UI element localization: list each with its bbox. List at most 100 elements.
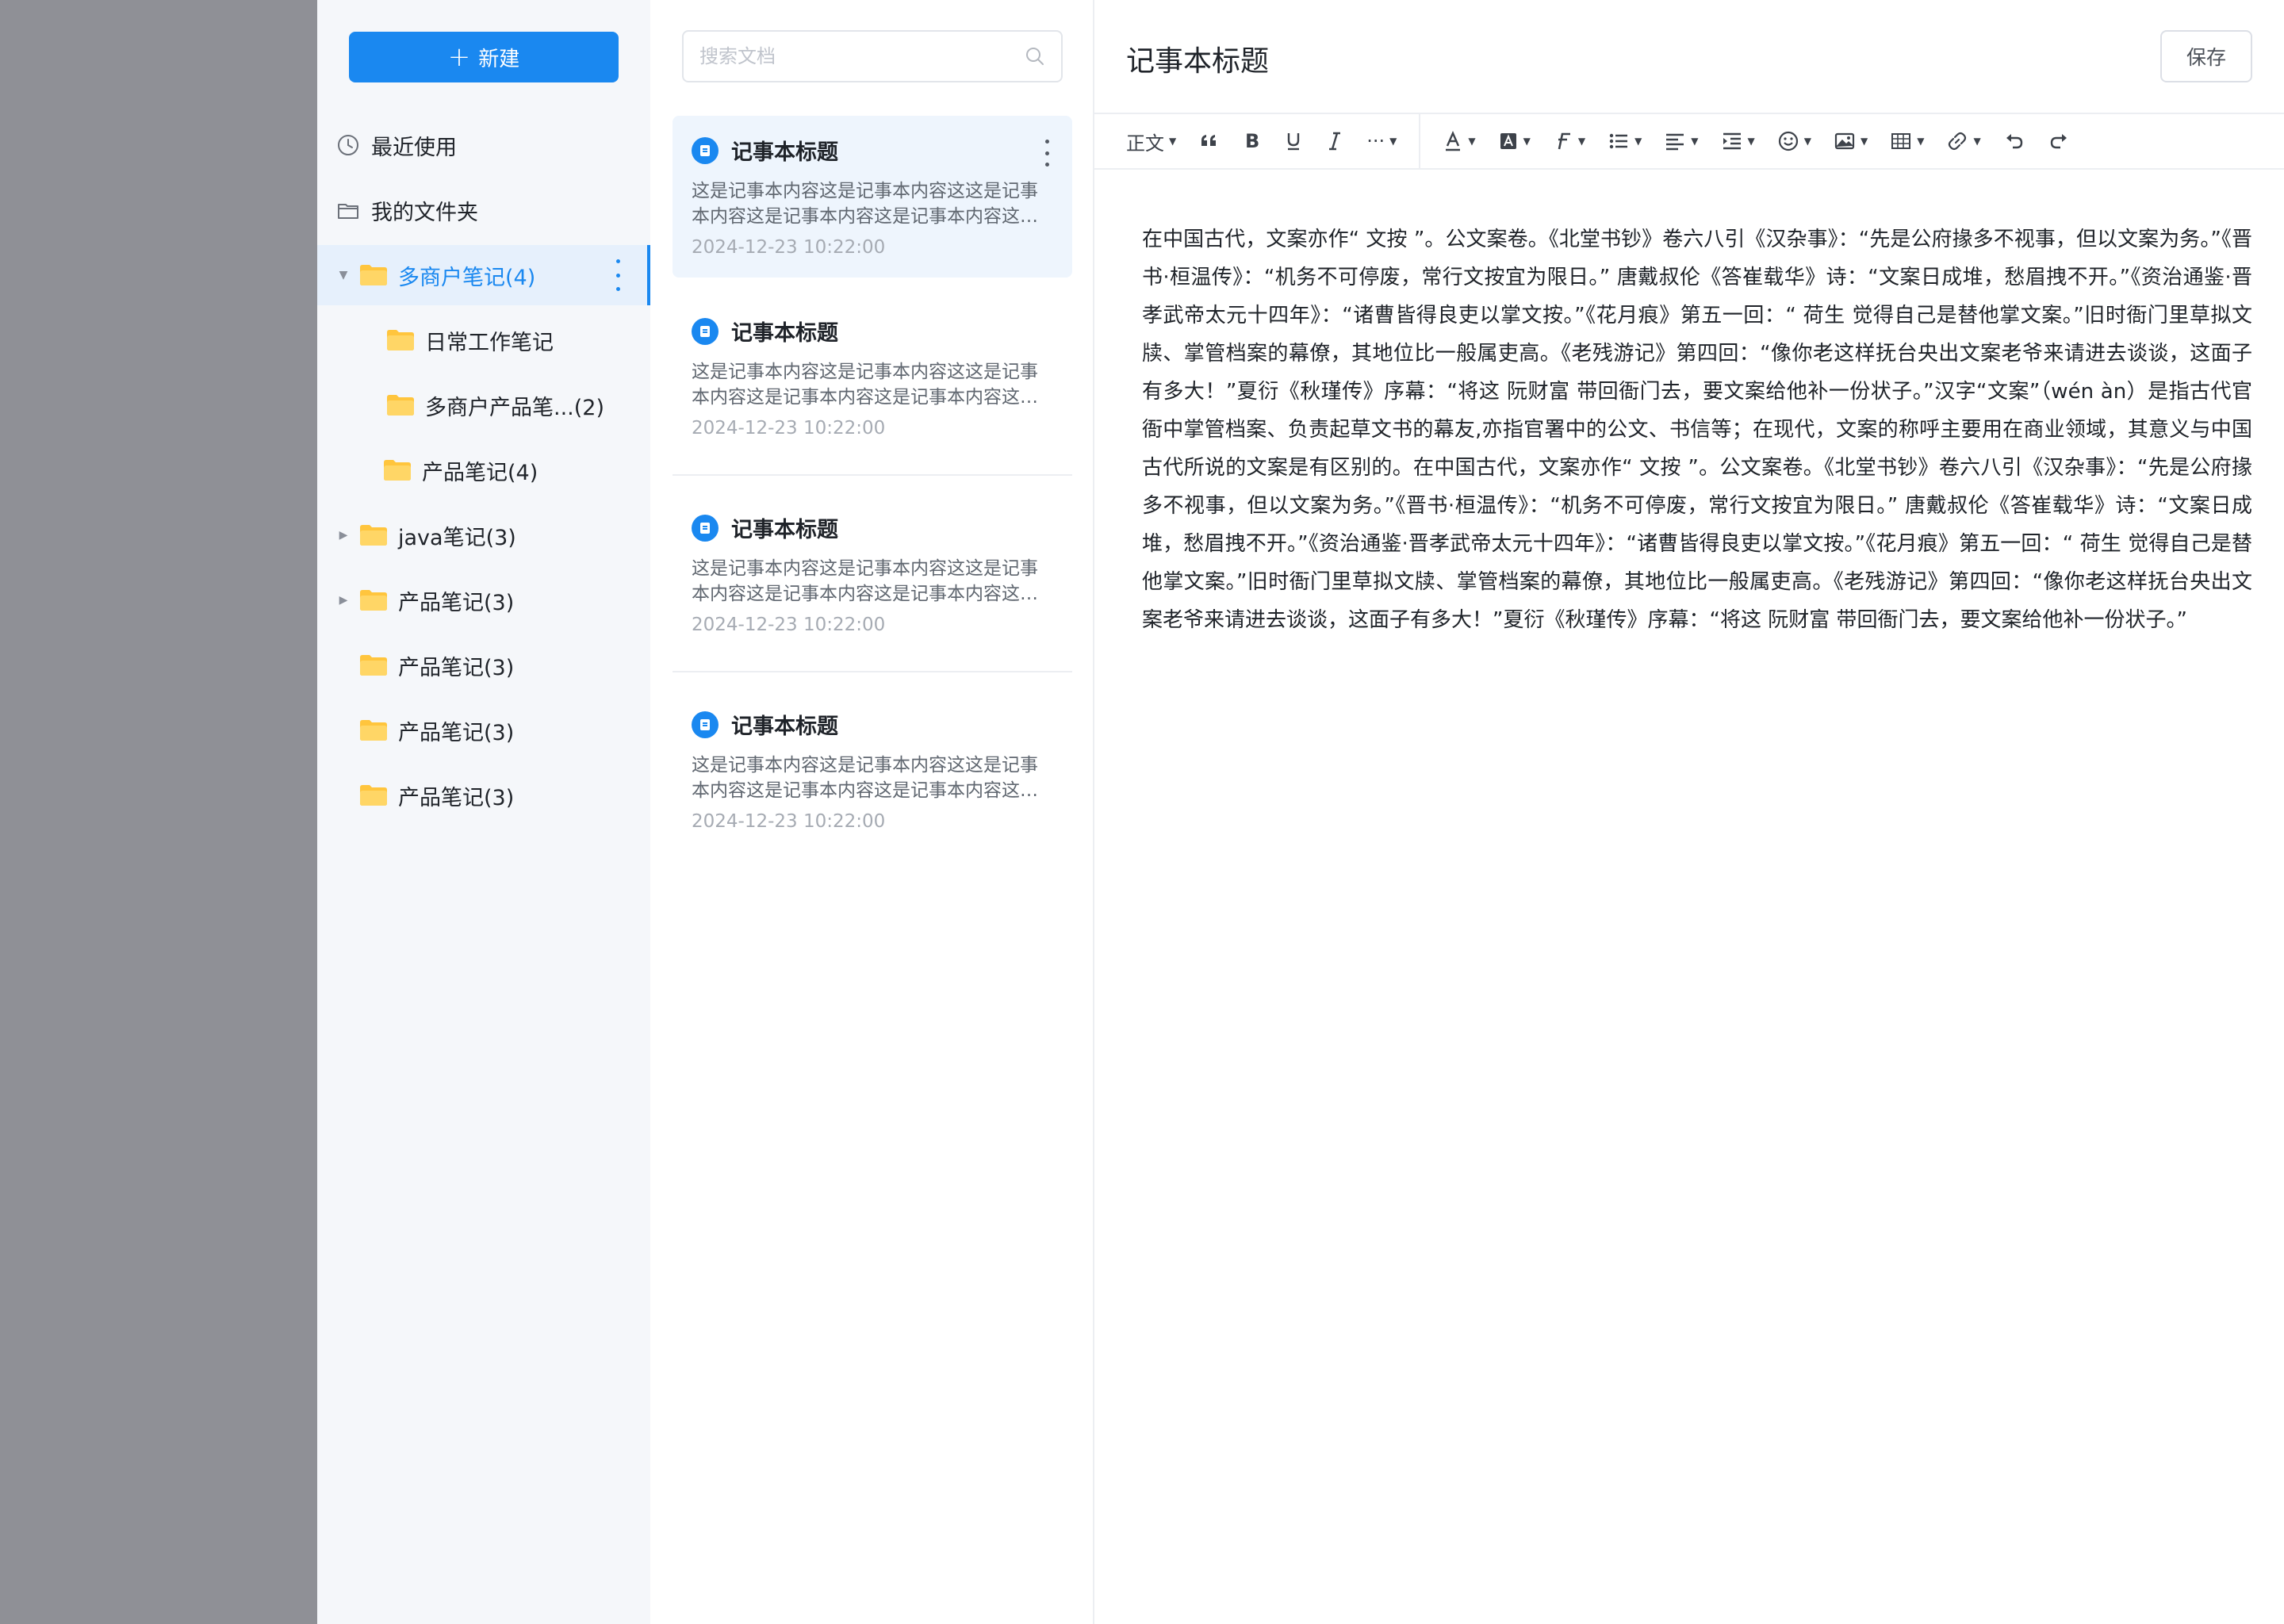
caret-down-icon: ▼ <box>1973 136 1981 147</box>
note-title: 记事本标题 <box>731 321 838 346</box>
folder-icon <box>360 785 387 806</box>
caret-down-icon: ▼ <box>1523 136 1531 147</box>
document-body[interactable]: 在中国古代，文案亦作“ 文按 ”。公文案卷。《北堂书钞》卷六八引《汉杂事》：“先… <box>1142 220 2252 639</box>
tree-item-multi-merchant[interactable]: ▼ 多商户笔记(4) <box>317 245 650 305</box>
nav-my-folders[interactable]: 我的文件夹 <box>336 186 631 234</box>
note-icon <box>692 136 719 164</box>
folder-icon <box>360 525 387 546</box>
background-color-dropdown[interactable]: ▼ <box>1487 113 1542 170</box>
tree-item-product-notes[interactable]: 产品笔记(3) <box>317 765 650 825</box>
editor-panel: 记事本标题 保存 正文 ▼ B ··· ▼ ▼ ▼ ▼ ▼ ▼ ▼ ▼ ▼ ▼ … <box>1094 0 2284 1624</box>
caret-right-icon[interactable]: ▶ <box>338 594 349 607</box>
bold-button[interactable]: B <box>1232 113 1273 170</box>
caret-down-icon: ▼ <box>1577 136 1586 147</box>
document-title[interactable]: 记事本标题 <box>1126 38 1269 79</box>
caret-right-icon[interactable]: ▶ <box>338 529 349 542</box>
image-dropdown[interactable]: ▼ <box>1822 113 1879 170</box>
folder-icon <box>387 330 414 350</box>
note-icon <box>692 317 719 345</box>
link-icon <box>1949 132 1967 151</box>
new-button-label: 新建 <box>478 47 520 71</box>
tree-item-product-notes[interactable]: 产品笔记(3) <box>317 635 650 695</box>
note-timestamp: 2024-12-23 10:22:00 <box>692 811 886 832</box>
folder-icon <box>384 460 411 481</box>
search-icon[interactable] <box>1025 46 1045 67</box>
more-vertical-icon[interactable] <box>1044 140 1050 167</box>
nav-recent[interactable]: 最近使用 <box>336 121 631 169</box>
font-color-dropdown[interactable]: ▼ <box>1431 113 1486 170</box>
more-formats-label: ··· <box>1366 130 1385 152</box>
tree-item-label: 多商户产品笔...(2) <box>425 395 604 420</box>
sidebar: + 新建 最近使用 我的文件夹 ▼ 多商户笔记(4) 日常工作笔记 多商户产品笔… <box>317 0 650 1624</box>
search-box <box>682 30 1063 82</box>
table-dropdown[interactable]: ▼ <box>1879 113 1935 170</box>
tree-item-daily-work[interactable]: 日常工作笔记 <box>317 310 650 370</box>
italic-button[interactable] <box>1314 113 1355 170</box>
note-timestamp: 2024-12-23 10:22:00 <box>692 237 886 258</box>
note-card[interactable]: 记事本标题 这是记事本内容这是记事本内容这这是记事本内容这是记事本内容这是记事本… <box>673 493 1072 672</box>
folder-icon <box>387 395 414 416</box>
search-input[interactable] <box>699 45 1025 67</box>
indent-icon <box>1723 132 1741 150</box>
emoji-icon <box>1778 131 1798 151</box>
align-left-icon <box>1666 133 1684 151</box>
tree-item-label: 产品笔记(3) <box>398 590 515 615</box>
tree-item-multi-merchant-product[interactable]: 多商户产品笔...(2) <box>317 375 650 435</box>
caret-down-icon[interactable]: ▼ <box>338 269 349 282</box>
caret-down-icon: ▼ <box>1861 136 1868 147</box>
clock-icon <box>338 135 358 155</box>
underline-icon <box>1288 133 1300 151</box>
paragraph-style-dropdown[interactable]: 正文 ▼ <box>1115 113 1187 170</box>
tree-item-label: java笔记(3) <box>398 525 516 550</box>
more-vertical-icon[interactable] <box>614 259 622 291</box>
note-list-panel: 记事本标题 这是记事本内容这是记事本内容这这是记事本内容这是记事本内容这是记事本… <box>650 0 1094 1624</box>
save-button[interactable]: 保存 <box>2160 30 2252 82</box>
undo-button[interactable] <box>1992 113 2037 170</box>
folder-icon <box>360 590 387 611</box>
tree-item-label: 日常工作笔记 <box>425 330 554 355</box>
caret-down-icon: ▼ <box>1634 136 1642 147</box>
redo-button[interactable] <box>2037 113 2081 170</box>
caret-down-icon: ▼ <box>1691 136 1699 147</box>
folder-outline-icon <box>338 204 358 219</box>
new-button[interactable]: + 新建 <box>349 32 619 82</box>
highlight-icon <box>1500 133 1516 149</box>
indent-dropdown[interactable]: ▼ <box>1710 113 1766 170</box>
italic-icon <box>1329 132 1341 151</box>
redo-icon <box>2050 134 2067 149</box>
bold-icon: B <box>1245 130 1259 152</box>
quote-button[interactable] <box>1187 113 1232 170</box>
note-card[interactable]: 记事本标题 这是记事本内容这是记事本内容这这是记事本内容这是记事本内容这是记事本… <box>673 297 1072 476</box>
tree-item-product-notes[interactable]: 产品笔记(3) <box>317 700 650 760</box>
note-card[interactable]: 记事本标题 这是记事本内容这是记事本内容这这是记事本内容这是记事本内容这是记事本… <box>673 116 1072 278</box>
caret-down-icon: ▼ <box>1468 136 1476 147</box>
underline-button[interactable] <box>1273 113 1314 170</box>
tree-item-product-notes[interactable]: ▶ 产品笔记(3) <box>317 570 650 630</box>
more-formats-dropdown[interactable]: ··· ▼ <box>1355 113 1408 170</box>
align-dropdown[interactable]: ▼ <box>1653 113 1709 170</box>
tree-item-label: 多商户笔记(4) <box>398 265 536 290</box>
tree-item-label: 产品笔记(3) <box>398 655 515 680</box>
link-dropdown[interactable]: ▼ <box>1935 113 1991 170</box>
bulleted-list-icon <box>1609 133 1628 149</box>
note-snippet: 这是记事本内容这是记事本内容这这是记事本内容这是记事本内容这是记事本内容这是记事… <box>692 181 1038 227</box>
paragraph-style-label: 正文 <box>1126 132 1164 155</box>
tree-item-java-notes[interactable]: ▶ java笔记(3) <box>317 505 650 565</box>
note-timestamp: 2024-12-23 10:22:00 <box>692 418 886 439</box>
font-family-dropdown[interactable]: ▼ <box>1542 113 1596 170</box>
tree-item-product-notes[interactable]: 产品笔记(4) <box>317 440 650 500</box>
note-snippet: 这是记事本内容这是记事本内容这这是记事本内容这是记事本内容这是记事本内容这是记事… <box>692 558 1038 604</box>
caret-down-icon: ▼ <box>1169 136 1177 147</box>
emoji-dropdown[interactable]: ▼ <box>1766 113 1822 170</box>
editor-toolbar: 正文 ▼ B ··· ▼ ▼ ▼ ▼ ▼ ▼ ▼ ▼ ▼ ▼ ▼ <box>1094 113 2284 170</box>
image-icon <box>1834 132 1855 150</box>
note-card[interactable]: 记事本标题 这是记事本内容这是记事本内容这这是记事本内容这是记事本内容这是记事本… <box>673 690 1072 852</box>
caret-down-icon: ▼ <box>1389 136 1397 147</box>
note-title: 记事本标题 <box>731 140 838 165</box>
list-dropdown[interactable]: ▼ <box>1596 113 1653 170</box>
note-snippet: 这是记事本内容这是记事本内容这这是记事本内容这是记事本内容这是记事本内容这是记事… <box>692 362 1038 408</box>
font-family-icon <box>1558 132 1570 150</box>
quote-icon <box>1201 135 1217 146</box>
note-title: 记事本标题 <box>731 518 838 542</box>
note-timestamp: 2024-12-23 10:22:00 <box>692 615 886 635</box>
